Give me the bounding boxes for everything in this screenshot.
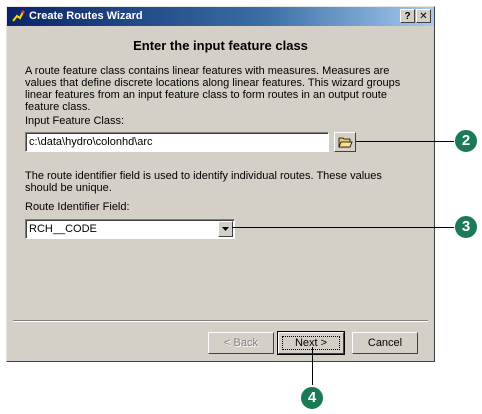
- window-title: Create Routes Wizard: [29, 10, 143, 22]
- callout-step-4: 4: [300, 386, 324, 410]
- page-description: A route feature class contains linear fe…: [25, 65, 401, 113]
- route-identifier-dropdown[interactable]: RCH__CODE: [25, 219, 235, 239]
- callout-2-line: [356, 141, 456, 142]
- open-folder-icon: [338, 137, 353, 148]
- route-identifier-label: Route Identifier Field:: [25, 201, 130, 213]
- cancel-button[interactable]: Cancel: [352, 332, 418, 354]
- create-routes-wizard-dialog: Create Routes Wizard ? ✕ Enter the input…: [6, 6, 435, 362]
- route-identifier-value: RCH__CODE: [29, 223, 97, 235]
- help-button[interactable]: ?: [400, 9, 415, 23]
- title-bar[interactable]: Create Routes Wizard ? ✕: [7, 7, 434, 26]
- next-button-label: Next >: [282, 336, 340, 350]
- close-button[interactable]: ✕: [416, 9, 431, 23]
- page-heading: Enter the input feature class: [133, 38, 308, 53]
- callout-3-line: [232, 227, 456, 228]
- input-feature-class-field[interactable]: c:\data\hydro\colonhd\arc: [25, 132, 329, 152]
- chevron-down-icon: [222, 227, 229, 231]
- callout-step-3: 3: [454, 215, 478, 239]
- button-separator: [13, 320, 428, 322]
- callout-4-line: [312, 347, 313, 385]
- route-wizard-icon: [12, 10, 25, 22]
- route-identifier-description: The route identifier field is used to id…: [25, 170, 382, 194]
- dropdown-arrow-button[interactable]: [218, 221, 233, 237]
- input-feature-class-label: Input Feature Class:: [25, 115, 125, 127]
- browse-button[interactable]: [334, 132, 356, 152]
- back-button[interactable]: < Back: [208, 332, 274, 354]
- callout-step-2: 2: [454, 129, 478, 153]
- next-button[interactable]: Next >: [277, 331, 345, 355]
